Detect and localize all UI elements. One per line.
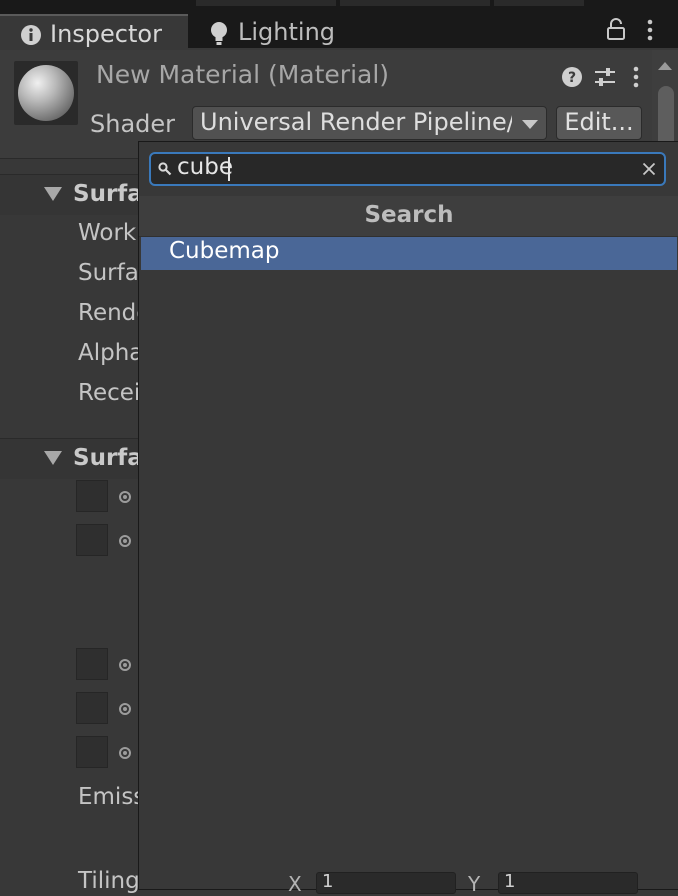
shader-dropdown-value: Universal Render Pipeline/Lit bbox=[200, 108, 512, 136]
tiling-y-value: 1 bbox=[504, 871, 516, 892]
help-icon[interactable]: ? bbox=[561, 66, 583, 88]
tab-inspector-label: Inspector bbox=[50, 20, 162, 48]
property-label-alpha-clipping: Alpha bbox=[78, 340, 144, 366]
foldout-arrow-icon bbox=[44, 451, 62, 465]
texture-slot[interactable] bbox=[76, 648, 108, 680]
texture-slot[interactable] bbox=[76, 524, 108, 556]
shader-label: Shader bbox=[90, 110, 176, 138]
tiling-x-label: X bbox=[288, 872, 302, 896]
edit-shader-button[interactable]: Edit... bbox=[556, 106, 642, 140]
search-header-label: Search bbox=[364, 202, 454, 228]
bulb-icon bbox=[211, 22, 227, 45]
texture-slot[interactable] bbox=[76, 480, 108, 512]
tab-strip-seam bbox=[340, 0, 490, 6]
svg-text:?: ? bbox=[568, 70, 576, 86]
clear-search-icon[interactable] bbox=[642, 162, 656, 176]
search-result-label: Cubemap bbox=[169, 238, 280, 264]
lock-icon[interactable] bbox=[605, 18, 627, 42]
dropdown-arrow-icon bbox=[522, 120, 538, 129]
component-menu-icon[interactable] bbox=[630, 66, 642, 90]
tab-strip-seam bbox=[494, 0, 584, 6]
search-results-header: Search bbox=[139, 196, 678, 237]
tiling-x-value: 1 bbox=[322, 871, 334, 892]
object-picker-icon[interactable] bbox=[119, 535, 131, 547]
texture-slot[interactable] bbox=[76, 692, 108, 724]
tab-lighting[interactable]: Lighting bbox=[188, 14, 348, 50]
property-label-emission: Emiss bbox=[78, 784, 146, 810]
scroll-up-arrow-icon[interactable] bbox=[658, 62, 672, 70]
search-result-item[interactable]: Cubemap bbox=[141, 237, 677, 270]
property-label-surface-type: Surfa bbox=[78, 260, 139, 286]
object-picker-icon[interactable] bbox=[119, 703, 131, 715]
preset-settings-icon[interactable] bbox=[593, 66, 617, 88]
tab-inspector[interactable]: Inspector bbox=[0, 14, 188, 50]
shader-dropdown[interactable]: Universal Render Pipeline/Lit bbox=[192, 106, 547, 140]
section-title: Surfa bbox=[73, 445, 143, 471]
tab-lighting-label: Lighting bbox=[238, 18, 336, 46]
property-label-receive-shadows: Recei bbox=[78, 380, 141, 406]
shader-search-popup: cube Search Cubemap bbox=[138, 141, 678, 890]
property-label-tiling: Tiling bbox=[78, 868, 140, 894]
search-icon bbox=[158, 162, 172, 176]
texture-slot[interactable] bbox=[76, 736, 108, 768]
property-label-workflow: Work bbox=[78, 220, 137, 246]
tab-bar: Inspector Lighting bbox=[0, 0, 678, 50]
section-title: Surfa bbox=[73, 181, 143, 207]
text-caret bbox=[228, 157, 230, 181]
object-picker-icon[interactable] bbox=[119, 747, 131, 759]
object-picker-icon[interactable] bbox=[119, 659, 131, 671]
material-title: New Material (Material) bbox=[96, 60, 390, 89]
search-input-value: cube bbox=[177, 154, 233, 180]
tiling-y-field[interactable]: 1 bbox=[498, 871, 638, 894]
tiling-x-field[interactable]: 1 bbox=[316, 871, 456, 894]
sphere-preview bbox=[18, 65, 74, 121]
material-preview-thumbnail[interactable] bbox=[14, 61, 78, 125]
tab-strip-seam bbox=[196, 0, 336, 6]
object-picker-icon[interactable] bbox=[119, 491, 131, 503]
tiling-y-label: Y bbox=[468, 872, 481, 896]
more-options-icon[interactable] bbox=[644, 18, 656, 42]
shader-search-input[interactable]: cube bbox=[149, 152, 666, 186]
foldout-arrow-icon bbox=[44, 187, 62, 201]
info-icon bbox=[21, 25, 41, 45]
